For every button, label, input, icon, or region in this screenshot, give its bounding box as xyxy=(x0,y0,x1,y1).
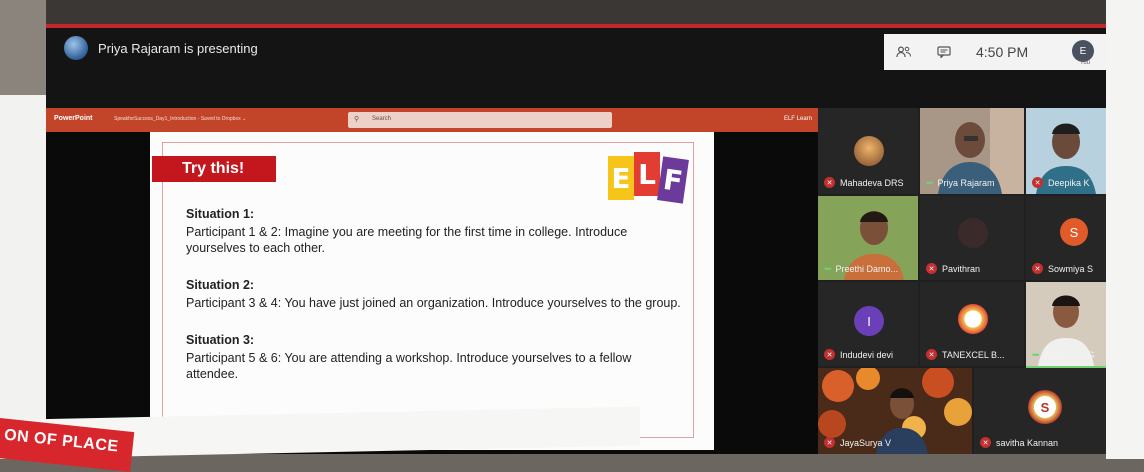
chat-icon[interactable] xyxy=(924,34,964,70)
participant-name-tag: ••• Priya Rajaram xyxy=(926,178,995,188)
mic-muted-icon: ✕ xyxy=(926,349,937,360)
mic-muted-icon: ✕ xyxy=(926,263,937,274)
presenter-avatar xyxy=(64,36,88,60)
mic-muted-icon: ✕ xyxy=(824,349,835,360)
people-icon[interactable] xyxy=(884,34,924,70)
participant-name-tag: ✕ TANEXCEL B... xyxy=(926,349,1005,360)
mic-muted-icon: ✕ xyxy=(824,437,835,448)
meeting-window: Priya Rajaram is presenting 4:50 PM E Yo… xyxy=(46,28,1106,454)
participant-tile-video[interactable]: ✕ Deepika K xyxy=(1026,108,1106,194)
participant-tile[interactable]: S ✕ savitha Kannan xyxy=(974,368,1106,454)
mic-muted-icon: ✕ xyxy=(980,437,991,448)
situation-text: Participant 1 & 2: Imagine you are meeti… xyxy=(186,225,628,255)
clock-time: 4:50 PM xyxy=(976,44,1029,60)
participant-avatar xyxy=(854,136,884,166)
photo-caption-text: ON OF PLACE xyxy=(3,426,120,456)
search-icon: ⚲ xyxy=(354,116,360,123)
situations-list: Situation 1: Participant 1 & 2: Imagine … xyxy=(186,206,686,403)
powerpoint-account-label[interactable]: ELF Learn xyxy=(784,116,812,122)
participant-tile[interactable]: I ✕ Indudevi devi xyxy=(818,282,918,366)
powerpoint-search-box[interactable]: ⚲ Search xyxy=(348,112,612,128)
powerpoint-app-name[interactable]: PowerPoint xyxy=(54,115,93,122)
mic-muted-icon: ✕ xyxy=(1032,263,1043,274)
user-avatar-label: You xyxy=(1079,60,1090,66)
situation-item: Situation 2: Participant 3 & 4: You have… xyxy=(186,277,686,311)
slide-heading: Try this! xyxy=(152,156,276,182)
powerpoint-search-placeholder: Search xyxy=(372,116,392,122)
situation-text: Participant 5 & 6: You are attending a w… xyxy=(186,351,632,381)
powerpoint-titlebar: PowerPoint SpeakforSuccess_Day1_Introduc… xyxy=(46,108,818,132)
participant-tile-video[interactable]: ✕ JayaSurya V xyxy=(818,368,972,454)
participant-name-tag: ✕ JayaSurya V xyxy=(824,437,891,448)
speaking-indicator-icon: ••• xyxy=(1032,350,1040,360)
situation-title: Situation 1: xyxy=(186,207,255,221)
participant-avatar: S xyxy=(1060,218,1088,246)
mic-muted-icon: ✕ xyxy=(824,177,835,188)
participant-name-tag: ✕ Sowmiya S xyxy=(1032,263,1093,274)
elf-logo: E L F xyxy=(608,152,698,204)
participant-name-tag: ✕ Mahadeva DRS xyxy=(824,177,904,188)
participant-tile[interactable]: ✕ Pavithran xyxy=(920,196,1024,280)
powerpoint-file-title[interactable]: SpeakforSuccess_Day1_Introduction - Save… xyxy=(114,116,246,122)
situation-title: Situation 3: xyxy=(186,333,255,347)
photo-paper-right xyxy=(1106,0,1144,459)
situation-item: Situation 3: Participant 5 & 6: You are … xyxy=(186,332,686,382)
participant-avatar xyxy=(958,304,988,334)
situation-text: Participant 3 & 4: You have just joined … xyxy=(186,296,681,310)
participant-gallery: ✕ Mahadeva DRS ••• Priya Rajaram ✕ Deepi… xyxy=(818,108,1106,454)
presenter-banner: Priya Rajaram is presenting xyxy=(64,36,258,60)
participant-avatar xyxy=(958,218,988,248)
mic-muted-icon: ✕ xyxy=(1032,177,1043,188)
participant-tile[interactable]: S ✕ Sowmiya S xyxy=(1026,196,1106,280)
photo-background-left xyxy=(0,0,46,100)
participant-avatar: I xyxy=(854,306,884,336)
participant-name-tag: ••• Preethi Damo... xyxy=(824,264,898,274)
participant-name-tag: ••• Jayashree G xyxy=(1032,350,1095,360)
participant-name-tag: ✕ Pavithran xyxy=(926,263,980,274)
photo-paper-left xyxy=(0,95,48,459)
participant-tile-video[interactable]: ••• Preethi Damo... xyxy=(818,196,918,280)
participant-avatar: S xyxy=(1028,390,1062,424)
situation-item: Situation 1: Participant 1 & 2: Imagine … xyxy=(186,206,686,256)
participant-tile-video[interactable]: ••• Priya Rajaram xyxy=(920,108,1024,194)
slide: Try this! E L F Situation 1: Participant… xyxy=(150,132,714,450)
participant-tile-video[interactable]: ••• Jayashree G xyxy=(1026,282,1106,368)
participant-tile[interactable]: ✕ Mahadeva DRS xyxy=(818,108,918,194)
participant-name-tag: ✕ Indudevi devi xyxy=(824,349,893,360)
user-avatar[interactable]: E xyxy=(1072,40,1094,62)
participant-name-tag: ✕ Deepika K xyxy=(1032,177,1090,188)
participant-tile[interactable]: ✕ TANEXCEL B... xyxy=(920,282,1024,366)
situation-title: Situation 2: xyxy=(186,278,255,292)
meeting-toolbar: 4:50 PM E You xyxy=(884,34,1106,70)
speaking-indicator-icon: ••• xyxy=(824,264,832,274)
speaking-indicator-icon: ••• xyxy=(926,178,934,188)
participant-name-tag: ✕ savitha Kannan xyxy=(980,437,1058,448)
presenter-label: Priya Rajaram is presenting xyxy=(98,40,258,56)
